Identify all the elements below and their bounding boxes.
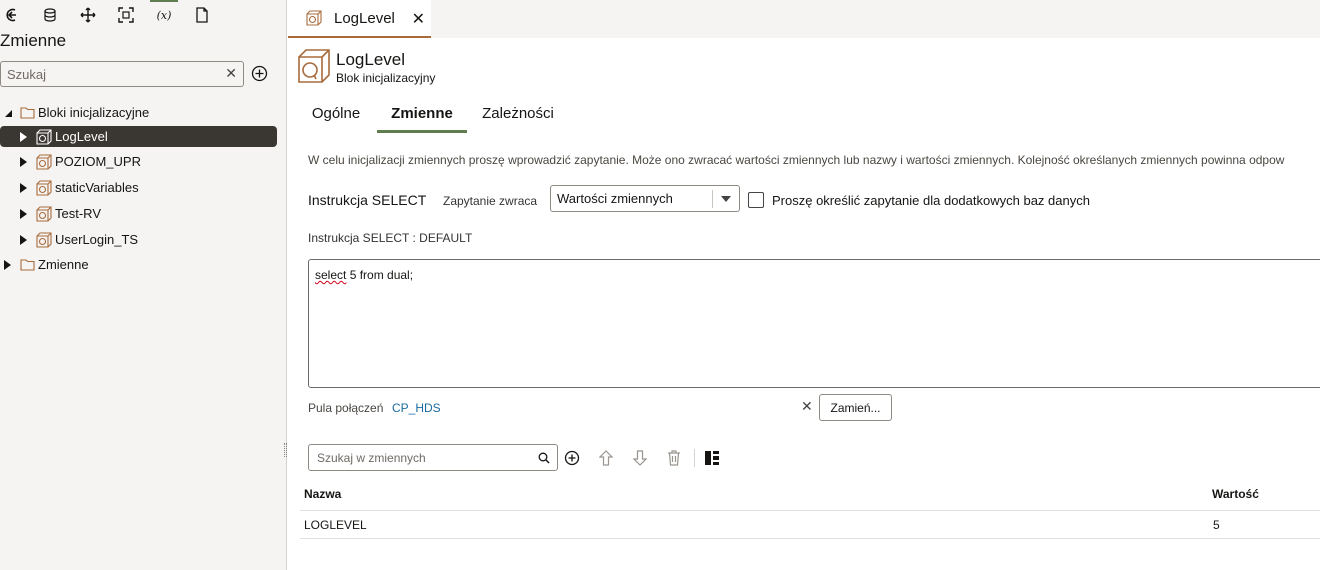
caret-down-icon[interactable] — [2, 107, 14, 119]
document-icon[interactable] — [191, 4, 213, 26]
add-circle-icon[interactable] — [251, 65, 268, 82]
toolbar-separator — [694, 449, 695, 467]
move-up-icon[interactable] — [596, 448, 616, 468]
dropdown-separator — [712, 190, 713, 208]
variables-panel: (x) Zmienne ✕ Bloki inicjalizacyjne LogL… — [0, 0, 287, 570]
tree-item-loglevel[interactable]: LogLevel — [0, 126, 277, 147]
init-block-icon — [306, 10, 322, 26]
panel-splitter[interactable] — [284, 443, 287, 457]
tree-item-label: LogLevel — [55, 129, 108, 144]
replace-button[interactable]: Zamień... — [819, 394, 892, 421]
tab-label: LogLevel — [334, 9, 395, 27]
column-header-value[interactable]: Wartość — [1212, 487, 1259, 501]
add-variable-icon[interactable] — [562, 448, 582, 468]
returns-label: Zapytanie zwraca — [443, 194, 538, 208]
init-block-icon — [36, 128, 52, 145]
editor-tabbar: LogLevel ✕ — [288, 0, 1320, 38]
init-block-large-icon — [297, 48, 331, 84]
column-header-name[interactable]: Nazwa — [304, 487, 341, 501]
tab-general[interactable]: Ogólne — [300, 105, 372, 133]
folder-icon — [20, 106, 35, 119]
tree-item-poziom-upr[interactable]: POZIOM_UPR — [0, 151, 280, 172]
tab-loglevel[interactable]: LogLevel ✕ — [288, 0, 431, 38]
init-block-icon — [36, 231, 52, 248]
delete-icon[interactable] — [664, 448, 684, 468]
clear-pool-icon[interactable]: ✕ — [801, 398, 813, 415]
init-block-icon — [36, 179, 52, 196]
panel-search: ✕ — [0, 61, 244, 87]
init-block-icon — [36, 153, 52, 170]
connection-pool-label: Pula połączeń — [308, 401, 384, 415]
page-subtitle: Blok inicjalizacyjny — [336, 71, 436, 85]
caret-right-icon[interactable] — [17, 208, 29, 220]
tree-item-staticvariables[interactable]: staticVariables — [0, 177, 280, 198]
variables-icon[interactable]: (x) — [150, 0, 178, 26]
tree-item-userlogin-ts[interactable]: UserLogin_TS — [0, 229, 280, 250]
tab-variables[interactable]: Zmienne — [377, 105, 467, 133]
move-icon[interactable] — [77, 4, 99, 26]
tree-item-test-rv[interactable]: Test-RV — [0, 203, 280, 224]
move-down-icon[interactable] — [630, 448, 650, 468]
description-text: W celu inicjalizacji zmiennych proszę wp… — [308, 153, 1285, 167]
tree-item-label: staticVariables — [55, 180, 139, 195]
tree-item-init-blocks[interactable]: Bloki inicjalizacyjne — [0, 102, 280, 123]
table-divider — [300, 538, 1320, 539]
cell-name: LOGLEVEL — [304, 518, 367, 532]
sql-keyword: select — [315, 268, 347, 282]
cell-value: 5 — [1213, 518, 1220, 532]
sql-editor[interactable]: select 5 from dual; — [308, 259, 1320, 388]
tree-item-label: Test-RV — [55, 206, 101, 221]
returns-dropdown[interactable]: Wartości zmiennych — [550, 185, 740, 212]
returns-value: Wartości zmiennych — [557, 191, 673, 206]
table-divider — [300, 510, 1320, 511]
clear-icon[interactable]: ✕ — [225, 65, 237, 82]
chevron-down-icon[interactable] — [721, 196, 731, 202]
select-label: Instrukcja SELECT — [308, 192, 427, 208]
close-tab-icon[interactable]: ✕ — [412, 9, 425, 29]
select-default-label: Instrukcja SELECT : DEFAULT — [308, 231, 473, 245]
page-title: LogLevel — [336, 50, 406, 69]
variables-search — [308, 444, 558, 471]
tree-item-label: POZIOM_UPR — [55, 154, 141, 169]
tree-item-label: Zmienne — [38, 257, 89, 272]
additional-db-label: Proszę określić zapytanie dla dodatkowyc… — [772, 193, 1090, 208]
panel-title: Zmienne — [0, 31, 67, 50]
sql-text: 5 from dual; — [346, 268, 414, 282]
database-icon[interactable] — [39, 4, 61, 26]
caret-right-icon[interactable] — [17, 234, 29, 246]
folder-icon — [20, 258, 35, 271]
additional-db-checkbox[interactable] — [748, 192, 764, 208]
layout-icon[interactable] — [702, 448, 722, 468]
variables-search-input[interactable] — [309, 445, 529, 470]
back-icon[interactable] — [1, 4, 23, 26]
tree-item-label: Bloki inicjalizacyjne — [38, 105, 150, 120]
connection-pool-link[interactable]: CP_HDS — [392, 401, 441, 415]
fit-icon[interactable] — [115, 4, 137, 26]
search-input[interactable] — [1, 62, 211, 86]
panel-toolbar: (x) — [0, 0, 240, 26]
caret-right-icon[interactable] — [17, 131, 29, 143]
variables-icon-label: (x) — [156, 8, 172, 22]
tree-item-zmienne[interactable]: Zmienne — [0, 254, 280, 275]
tree-item-label: UserLogin_TS — [55, 232, 139, 247]
caret-right-icon[interactable] — [1, 259, 13, 271]
init-block-icon — [36, 205, 52, 222]
tab-dependencies[interactable]: Zależności — [480, 105, 556, 133]
search-icon[interactable] — [538, 452, 550, 464]
caret-right-icon[interactable] — [17, 182, 29, 194]
caret-right-icon[interactable] — [17, 156, 29, 168]
